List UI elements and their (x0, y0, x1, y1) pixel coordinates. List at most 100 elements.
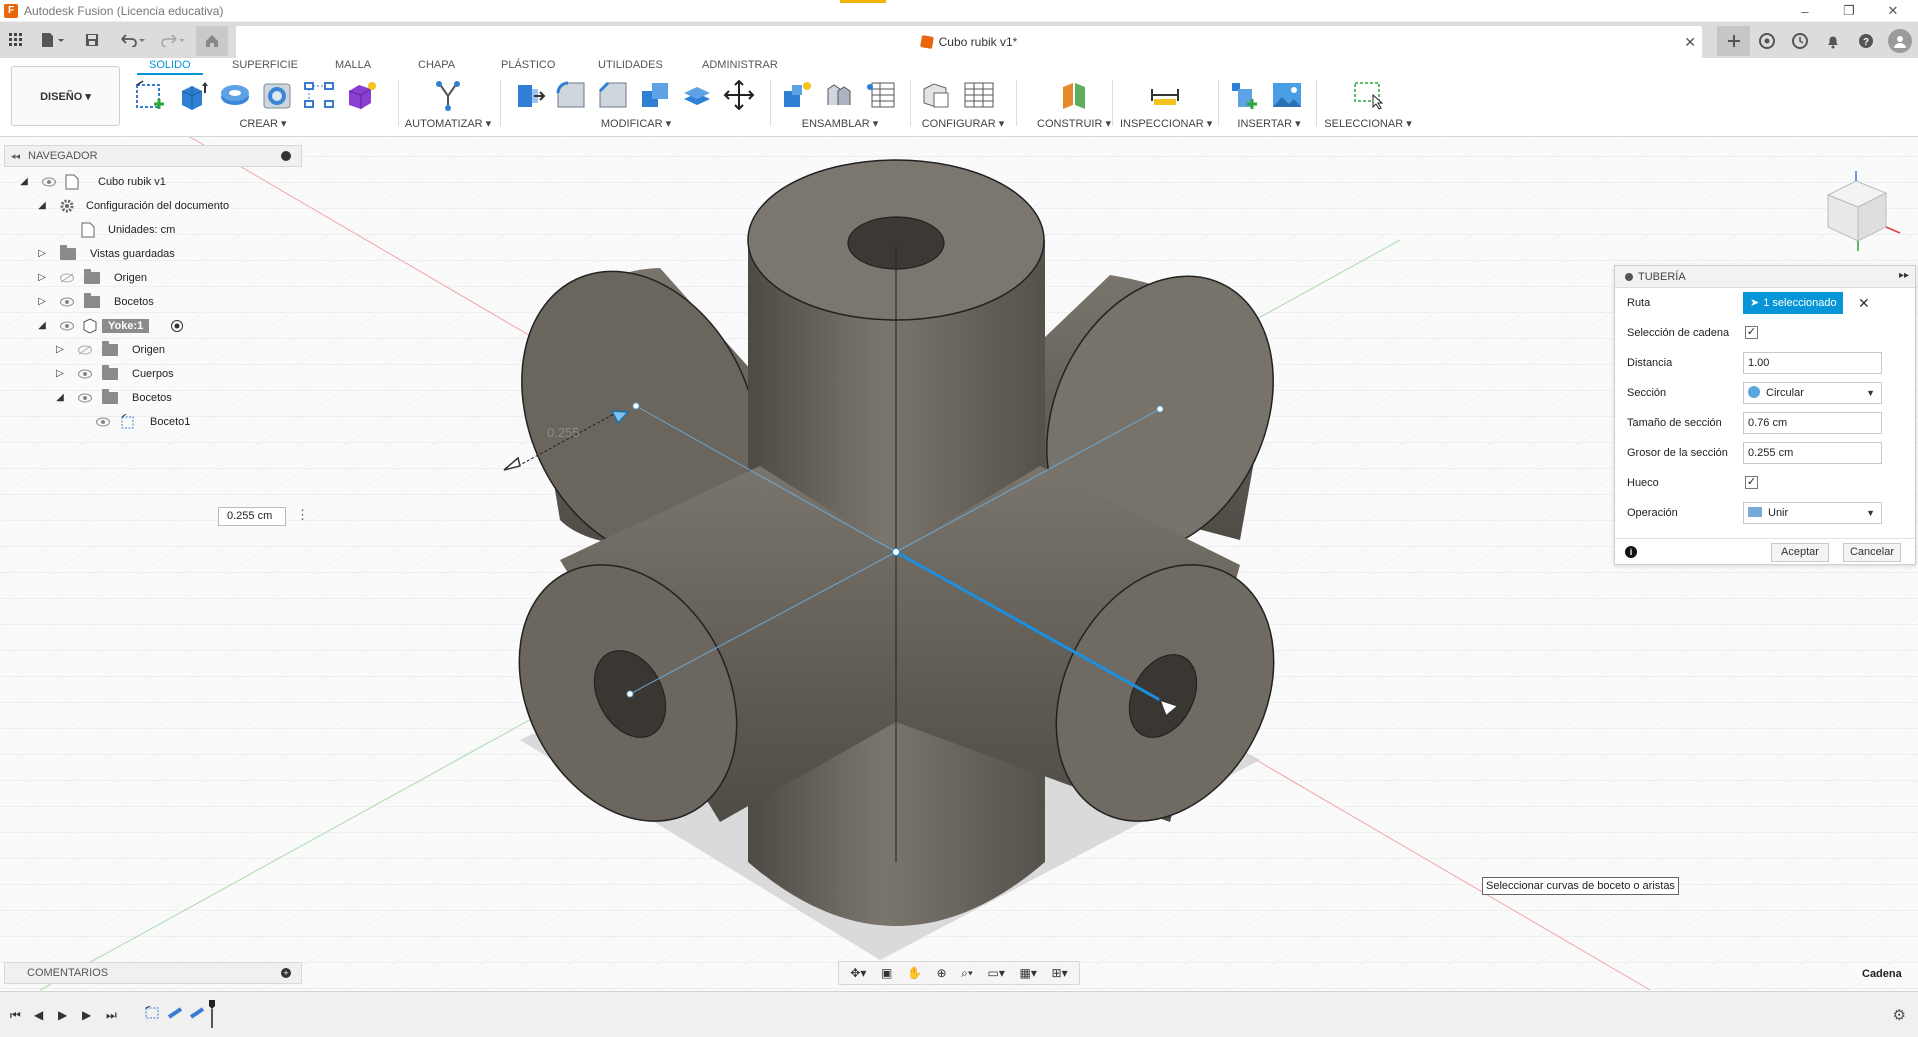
tab-utilidades[interactable]: UTILIDADES (598, 59, 663, 71)
hidden-eye-icon[interactable] (60, 273, 74, 283)
group-label-modificar[interactable]: MODIFICAR ▾ (510, 117, 762, 130)
section-dropdown[interactable]: Circular ▼ (1743, 382, 1882, 404)
select-window-icon[interactable] (1349, 78, 1387, 112)
visibility-eye-icon[interactable] (78, 369, 92, 379)
group-label-crear[interactable]: CREAR ▾ (132, 117, 394, 130)
thickness-dimension-input[interactable]: 0.255 cm (218, 507, 286, 526)
tree-saved-views[interactable]: ▷ Vistas guardadas (4, 242, 302, 266)
extensions-icon[interactable] (1750, 26, 1783, 56)
group-label-inspeccionar[interactable]: INSPECCIONAR ▾ (1120, 117, 1212, 130)
new-tab-plus-icon[interactable] (1717, 26, 1750, 56)
automate-icon[interactable] (429, 78, 467, 112)
document-tab[interactable]: Cubo rubik v1* ✕ (236, 26, 1702, 58)
undo-icon[interactable] (116, 28, 148, 52)
expand-triangle-icon[interactable]: ◢ (36, 320, 48, 332)
create-sketch-icon[interactable] (132, 78, 170, 112)
go-to-start-icon[interactable]: ⏮ (10, 1008, 21, 1023)
3d-viewport[interactable]: 0.255 ◂◂ NAVEGADOR ◢ Cubo rubik v1 ◢ Con… (0, 137, 1918, 991)
tree-origin[interactable]: ▷ Origen (4, 266, 302, 290)
hidden-eye-icon[interactable] (78, 345, 92, 355)
group-label-automatizar[interactable]: AUTOMATIZAR ▾ (402, 117, 494, 130)
tab-solido[interactable]: SOLIDO (137, 59, 203, 75)
zoom-icon[interactable]: ⊕ (937, 966, 947, 980)
clear-selection-icon[interactable]: ✕ (1858, 295, 1870, 312)
navigator-expand-icon[interactable]: ◂◂ (11, 151, 20, 162)
collapsed-triangle-icon[interactable]: ▷ (54, 344, 66, 356)
close-window-button[interactable]: ✕ (1870, 0, 1916, 22)
go-to-end-icon[interactable]: ⏭ (106, 1008, 117, 1023)
workspace-design-dropdown[interactable]: DISEÑO ▾ (11, 66, 120, 126)
job-status-clock-icon[interactable] (1783, 26, 1816, 56)
redo-icon[interactable] (156, 28, 188, 52)
cancel-button[interactable]: Cancelar (1843, 543, 1901, 562)
file-menu-icon[interactable] (38, 28, 68, 52)
view-cube[interactable] (1808, 155, 1908, 255)
timeline-pipe-icon[interactable] (168, 1006, 184, 1020)
visibility-eye-icon[interactable] (96, 417, 110, 427)
navigator-header[interactable]: ◂◂ NAVEGADOR (4, 145, 302, 167)
navigator-pin-icon[interactable] (281, 151, 291, 161)
timeline-marker-icon[interactable] (209, 1000, 215, 1028)
section-thickness-input[interactable]: 0.255 cm (1743, 442, 1882, 464)
distance-input[interactable]: 1.00 (1743, 352, 1882, 374)
tree-bodies[interactable]: ▷ Cuerpos (4, 362, 302, 386)
joint-icon[interactable] (820, 78, 858, 112)
add-comment-icon[interactable]: + (281, 968, 291, 978)
group-label-configurar[interactable]: CONFIGURAR ▾ (918, 117, 1008, 130)
insert-derive-icon[interactable] (1226, 78, 1264, 112)
measure-icon[interactable] (1146, 78, 1184, 112)
grid-settings-icon[interactable]: ▦▾ (1020, 966, 1037, 980)
help-icon[interactable]: ? (1849, 26, 1882, 56)
viewports-icon[interactable]: ⊞▾ (1052, 966, 1068, 980)
pipe-dialog-header[interactable]: TUBERÍA ▸▸ (1615, 266, 1915, 288)
timeline-pipe-icon[interactable] (190, 1006, 206, 1020)
chamfer-icon[interactable] (594, 78, 632, 112)
timeline-settings-gear-icon[interactable]: ⚙ (1893, 1006, 1906, 1024)
dialog-collapse-icon[interactable] (1625, 272, 1633, 281)
construct-plane-icon[interactable] (1055, 78, 1093, 112)
revolve-icon[interactable] (216, 78, 254, 112)
tree-comp-origin[interactable]: ▷ Origen (4, 338, 302, 362)
joint-table-icon[interactable] (862, 78, 900, 112)
timeline-sketch-icon[interactable] (145, 1006, 161, 1020)
tab-plastico[interactable]: PLÁSTICO (501, 59, 555, 71)
expand-triangle-icon[interactable]: ◢ (54, 392, 66, 404)
chain-selection-checkbox[interactable]: ✓ (1745, 326, 1758, 339)
section-size-input[interactable]: 0.76 cm (1743, 412, 1882, 434)
operation-dropdown[interactable]: Unir ▼ (1743, 502, 1882, 524)
offset-face-icon[interactable] (678, 78, 716, 112)
ok-button[interactable]: Aceptar (1771, 543, 1829, 562)
close-tab-icon[interactable]: ✕ (1684, 34, 1696, 51)
tab-chapa[interactable]: CHAPA (418, 59, 455, 71)
tree-units[interactable]: Unidades: cm (4, 218, 302, 242)
collapsed-triangle-icon[interactable]: ▷ (36, 296, 48, 308)
tree-doc-settings[interactable]: ◢ Configuración del documento (4, 194, 302, 218)
tab-superficie[interactable]: SUPERFICIE (232, 59, 298, 71)
tree-component[interactable]: ◢ Yoke:1 (4, 314, 302, 338)
group-label-construir[interactable]: CONSTRUIR ▾ (1024, 117, 1124, 130)
tree-sketches[interactable]: ▷ Bocetos (4, 290, 302, 314)
tab-administrar[interactable]: ADMINISTRAR (702, 59, 778, 71)
more-options-icon[interactable]: ⋮ (296, 507, 309, 523)
save-icon[interactable] (82, 28, 102, 52)
move-copy-icon[interactable] (720, 78, 758, 112)
configure-icon[interactable] (918, 78, 956, 112)
step-back-icon[interactable]: ◀ (34, 1008, 43, 1022)
hole-icon[interactable] (258, 78, 296, 112)
tree-root[interactable]: ◢ Cubo rubik v1 (4, 170, 302, 194)
display-settings-icon[interactable]: ▭▾ (988, 966, 1005, 980)
collapsed-triangle-icon[interactable]: ▷ (54, 368, 66, 380)
comments-header[interactable]: COMENTARIOS + (4, 962, 302, 984)
shell-combine-icon[interactable] (636, 78, 674, 112)
zoom-window-icon[interactable]: ⌕▾ (961, 966, 973, 981)
tab-malla[interactable]: MALLA (335, 59, 371, 71)
notifications-bell-icon[interactable] (1816, 26, 1849, 56)
visibility-eye-icon[interactable] (60, 297, 74, 307)
press-pull-icon[interactable] (510, 78, 548, 112)
extrude-icon[interactable] (174, 78, 212, 112)
look-at-icon[interactable]: ▣ (881, 966, 892, 980)
group-label-insertar[interactable]: INSERTAR ▾ (1226, 117, 1312, 130)
play-icon[interactable]: ▶ (58, 1008, 67, 1022)
apps-grid-icon[interactable] (6, 28, 26, 52)
hollow-checkbox[interactable]: ✓ (1745, 476, 1758, 489)
